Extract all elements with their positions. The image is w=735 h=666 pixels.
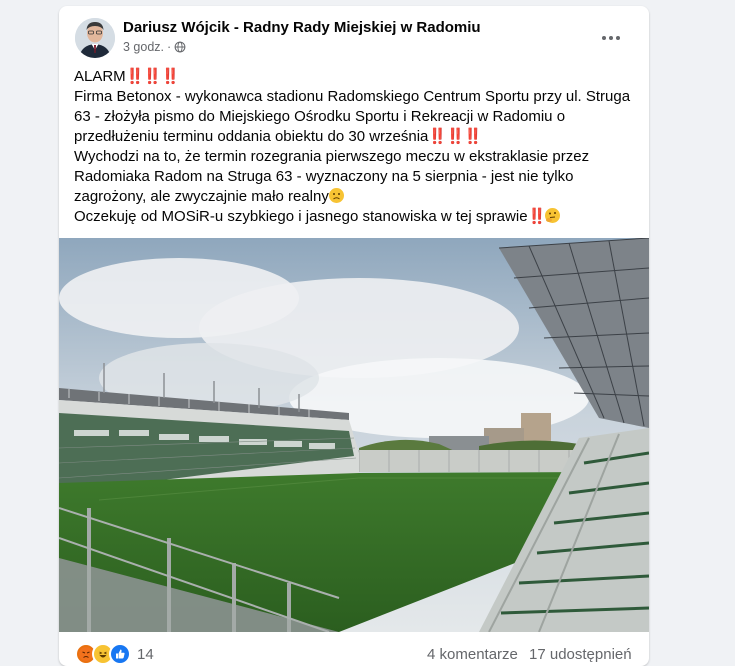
post-meta: 3 godz. · [123,40,186,54]
globe-icon [174,41,186,53]
more-options-button[interactable] [593,20,629,56]
stadium-photo-image [59,238,649,632]
post-timestamp[interactable]: 3 godz. [123,40,164,54]
meta-separator: · [167,40,172,54]
double-exclamation-emoji: ‼️‼️‼️ [125,68,180,85]
post-line-alarm: ALARM‼️‼️‼️ [74,67,634,87]
thinking-face-emoji-icon [545,208,561,223]
reactions-count: 14 [137,645,154,663]
paragraph-3-text: Oczekuję od MOSiR-u szybkiego i jasnego … [74,208,528,225]
alarm-word: ALARM [74,68,126,85]
shares-count-link[interactable]: 17 udostępnień [529,646,632,663]
reactions-summary[interactable]: 14 [75,643,154,665]
post-card: Dariusz Wójcik - Radny Rady Miejskiej w … [59,6,649,666]
author-avatar[interactable] [75,18,115,58]
paragraph-1-text: Firma Betonox - wykonawca stadionu Radom… [74,88,631,145]
comments-count-link[interactable]: 4 komentarze [427,646,518,663]
double-exclamation-emoji: ‼️ [527,208,547,225]
post-text: ALARM‼️‼️‼️ Firma Betonox - wykonawca st… [74,67,634,227]
post-paragraph-1: Firma Betonox - wykonawca stadionu Radom… [74,87,634,147]
more-options-icon [602,36,606,40]
post-footer: 14 4 komentarze 17 udostępnień [59,636,649,666]
more-options-dot [609,36,613,40]
double-exclamation-emoji: ‼️‼️‼️ [428,128,482,145]
post-paragraph-3: Oczekuję od MOSiR-u szybkiego i jasnego … [74,207,634,227]
more-options-dot [616,36,620,40]
like-reaction-icon [109,643,131,665]
post-header: Dariusz Wójcik - Radny Rady Miejskiej w … [59,6,649,66]
post-paragraph-2: Wychodzi na to, że termin rozegrania pie… [74,147,634,207]
avatar-portrait-icon [75,18,115,58]
author-name[interactable]: Dariusz Wójcik - Radny Rady Miejskiej w … [123,19,481,36]
worried-face-emoji-icon [328,188,344,203]
post-photo[interactable] [59,238,649,632]
